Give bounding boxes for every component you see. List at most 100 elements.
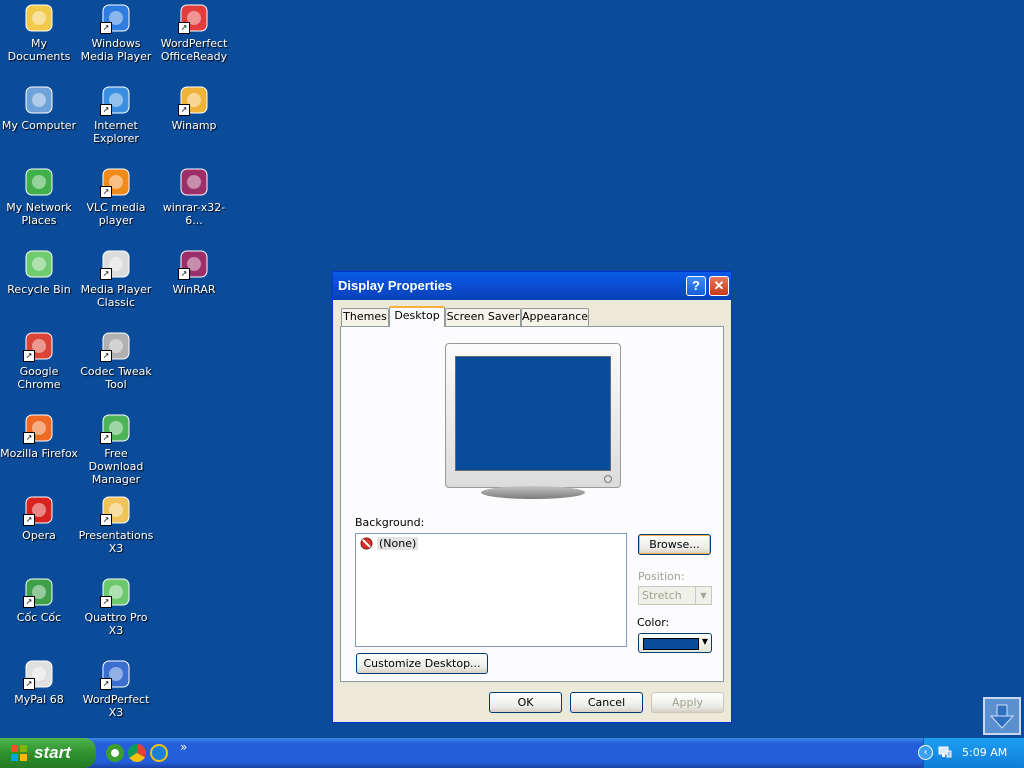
winamp-icon: ↗	[178, 84, 210, 116]
desktop-icon-fdm[interactable]: ↗ Free Download Manager	[77, 412, 155, 486]
start-label: start	[34, 743, 71, 762]
desktop-icon-label: WinRAR	[172, 283, 216, 296]
desktop-icon-my-network-places[interactable]: My Network Places	[0, 166, 78, 227]
desktop-icon-wordperfect-officeready[interactable]: ↗ WordPerfect OfficeReady	[155, 2, 233, 63]
customize-desktop-button[interactable]: Customize Desktop...	[356, 653, 488, 674]
desktop-icon-winrar-x32[interactable]: winrar-x32-6...	[155, 166, 233, 227]
shortcut-arrow-icon: ↗	[23, 432, 35, 444]
officeready-icon: ↗	[178, 2, 210, 34]
desktop-icon-label: Codec Tweak Tool	[80, 365, 152, 391]
ie-icon: ↗	[100, 84, 132, 116]
desktop-icon-label: Opera	[22, 529, 56, 542]
shortcut-arrow-icon: ↗	[100, 268, 112, 280]
browse-button[interactable]: Browse...	[638, 534, 711, 555]
mypal-icon: ↗	[23, 658, 55, 690]
download-manager-icon: ↗	[100, 412, 132, 444]
system-tray: ‹ 5:09 AM	[918, 738, 1024, 768]
background-item-none[interactable]: (None)	[360, 537, 419, 550]
background-label: Background:	[355, 516, 425, 529]
desktop-icon-label: Google Chrome	[17, 365, 61, 391]
dialog-titlebar[interactable]: Display Properties ? ✕	[333, 272, 731, 300]
desktop-icon-codec-tweak[interactable]: ↗ Codec Tweak Tool	[77, 330, 155, 391]
tools-icon: ↗	[100, 330, 132, 362]
vlc-icon: ↗	[100, 166, 132, 198]
desktop-icon-label: VLC media player	[86, 201, 146, 227]
start-button[interactable]: start	[0, 738, 96, 768]
desktop-icon-coccoc[interactable]: ↗ Cốc Cốc	[0, 576, 78, 624]
desktop-icon-winamp[interactable]: ↗ Winamp	[155, 84, 233, 132]
desktop-icon-my-computer[interactable]: My Computer	[0, 84, 78, 132]
background-item-label: (None)	[377, 537, 419, 550]
shortcut-arrow-icon: ↗	[23, 596, 35, 608]
desktop-icon-label: My Computer	[1, 119, 77, 132]
desktop-icon-winrar[interactable]: ↗ WinRAR	[155, 248, 233, 296]
shortcut-arrow-icon: ↗	[100, 186, 112, 198]
desktop-icon-vlc[interactable]: ↗ VLC media player	[77, 166, 155, 227]
desktop-icon-label: My Network Places	[6, 201, 72, 227]
coccoc-quicklaunch-icon[interactable]	[106, 744, 124, 762]
desktop-icon-internet-explorer[interactable]: ↗ Internet Explorer	[77, 84, 155, 145]
desktop-icon-mpc[interactable]: ↗ Media Player Classic	[77, 248, 155, 309]
media-player-icon: ↗	[100, 2, 132, 34]
desktop-icon-my-documents[interactable]: My Documents	[0, 2, 78, 63]
help-button[interactable]: ?	[686, 276, 706, 296]
tab-screen-saver[interactable]: Screen Saver	[445, 308, 521, 326]
position-label: Position:	[638, 570, 685, 583]
apply-button[interactable]: Apply	[651, 692, 724, 713]
winrar-icon: ↗	[178, 248, 210, 280]
coccoc-icon: ↗	[23, 576, 55, 608]
desktop-icon-quattro[interactable]: ↗ Quattro Pro X3	[77, 576, 155, 637]
chrome-quicklaunch-icon[interactable]	[128, 744, 146, 762]
quick-launch-more[interactable]: »	[180, 740, 187, 754]
dialog-title: Display Properties	[338, 278, 453, 293]
desktop-icon-label: Windows Media Player	[80, 37, 152, 63]
desktop-icon-opera[interactable]: ↗ Opera	[0, 494, 78, 542]
close-button[interactable]: ✕	[709, 276, 729, 296]
download-widget[interactable]	[983, 697, 1021, 735]
cancel-button[interactable]: Cancel	[570, 692, 643, 713]
firefox-icon: ↗	[23, 412, 55, 444]
desktop-icon-label: Internet Explorer	[93, 119, 139, 145]
position-value: Stretch	[642, 589, 682, 602]
close-icon: ✕	[713, 278, 725, 293]
tab-desktop[interactable]: Desktop	[389, 306, 445, 327]
desktop-icon-presentations[interactable]: ↗ Presentations X3	[77, 494, 155, 555]
display-properties-dialog: Display Properties ? ✕ Themes Desktop Sc…	[332, 271, 732, 723]
desktop-icon-label: Mozilla Firefox	[0, 447, 78, 460]
color-swatch	[643, 638, 699, 650]
desktop-icon-firefox[interactable]: ↗ Mozilla Firefox	[0, 412, 78, 460]
desktop-icon-wordperfect[interactable]: ↗ WordPerfect X3	[77, 658, 155, 719]
desktop-icon-label: Cốc Cốc	[16, 611, 62, 624]
desktop-icon-chrome[interactable]: ↗ Google Chrome	[0, 330, 78, 391]
color-picker-button[interactable]: ▼	[638, 633, 712, 653]
desktop-icon-mypal[interactable]: ↗ MyPal 68	[0, 658, 78, 706]
shortcut-arrow-icon: ↗	[23, 350, 35, 362]
monitor-power-led	[604, 475, 612, 483]
monitor-screen-preview	[455, 356, 611, 471]
tab-themes[interactable]: Themes	[341, 308, 389, 326]
desktop-icon-label: Quattro Pro X3	[84, 611, 148, 637]
desktop-icon-label: Presentations X3	[78, 529, 154, 555]
desktop-icon-recycle-bin[interactable]: Recycle Bin	[0, 248, 78, 296]
none-icon	[360, 537, 373, 550]
mpc-icon: ↗	[100, 248, 132, 280]
desktop-icon-windows-media-player[interactable]: ↗ Windows Media Player	[77, 2, 155, 63]
shortcut-arrow-icon: ↗	[178, 268, 190, 280]
shortcut-arrow-icon: ↗	[100, 350, 112, 362]
shortcut-arrow-icon: ↗	[100, 432, 112, 444]
desktop-icon-label: Recycle Bin	[7, 283, 71, 296]
background-list[interactable]: (None)	[355, 533, 627, 647]
chevron-left-icon[interactable]: ‹	[918, 745, 933, 760]
monitor-preview	[445, 343, 623, 503]
shortcut-arrow-icon: ↗	[100, 104, 112, 116]
network-tray-icon[interactable]	[938, 745, 952, 759]
desktop-icon-label: WordPerfect X3	[82, 693, 150, 719]
position-select[interactable]: Stretch ▼	[638, 586, 712, 605]
tab-appearance[interactable]: Appearance	[521, 308, 589, 326]
ok-button[interactable]: OK	[489, 692, 562, 713]
desktop-icon-label: WordPerfect OfficeReady	[160, 37, 228, 63]
chevron-down-icon: ▼	[695, 587, 711, 604]
quick-launch	[106, 744, 168, 762]
quattro-icon: ↗	[100, 576, 132, 608]
ie-quicklaunch-icon[interactable]	[150, 744, 168, 762]
